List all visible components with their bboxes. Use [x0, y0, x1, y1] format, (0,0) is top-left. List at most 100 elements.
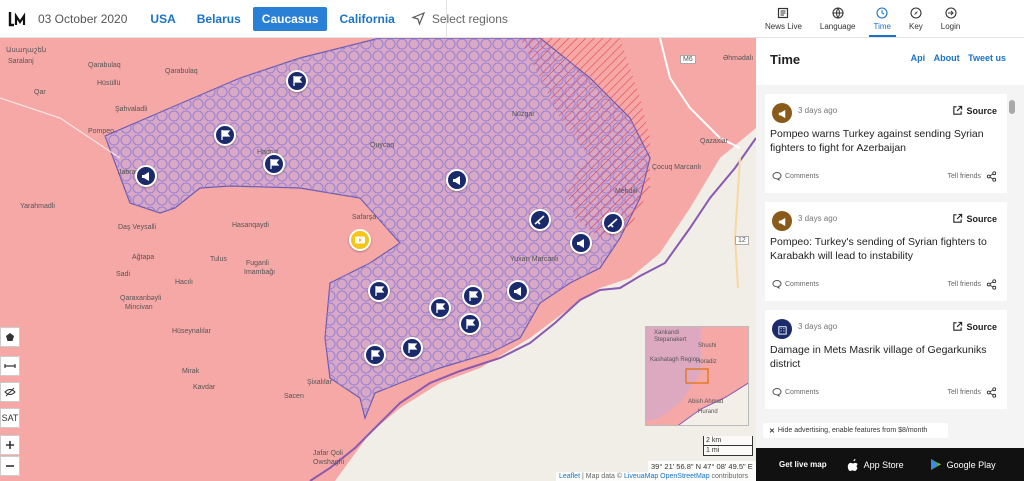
login-icon: [945, 6, 957, 19]
map-label: Hasanqaydi: [232, 222, 269, 229]
scale-km: 2 km: [703, 436, 753, 446]
megaphone-marker[interactable]: [570, 232, 592, 254]
weapon-marker[interactable]: [529, 209, 551, 231]
map-label: Safarşa: [352, 214, 377, 221]
flag-marker[interactable]: [368, 280, 390, 302]
comments-link[interactable]: Comments: [772, 171, 819, 181]
close-icon[interactable]: ✕: [769, 427, 775, 435]
region-usa[interactable]: USA: [141, 7, 184, 31]
nav-time[interactable]: Time: [865, 0, 900, 37]
minimap[interactable]: Xankandi Stepanakert Shushi Kashatagh Re…: [645, 326, 749, 426]
flag-marker[interactable]: [214, 124, 236, 146]
map-canvas[interactable]: [0, 38, 756, 481]
ruler-icon: [4, 364, 16, 368]
rifle-icon: [607, 218, 618, 228]
attribution-link[interactable]: LiveuaMap OpenStreetMap: [624, 473, 710, 480]
flag-marker[interactable]: [401, 337, 423, 359]
megaphone-marker[interactable]: [135, 165, 157, 187]
api-link[interactable]: Api: [911, 53, 926, 63]
flag-marker[interactable]: [429, 297, 451, 319]
flag-marker[interactable]: [263, 153, 285, 175]
tell-friends-link[interactable]: Tell friends: [948, 279, 997, 290]
megaphone-marker[interactable]: [507, 280, 529, 302]
road-12: [733, 157, 741, 289]
comments-link[interactable]: Comments: [772, 279, 819, 289]
tweet-us-link[interactable]: Tweet us: [968, 53, 1006, 63]
minimap-label: Xankandi: [654, 330, 680, 336]
card-headline[interactable]: Pompeo: Turkey's sending of Syrian fight…: [770, 235, 1000, 263]
weapon-marker[interactable]: [602, 212, 624, 234]
map-label: Qarabulaq: [88, 62, 121, 69]
map-label: Hüseynalılar: [172, 328, 211, 335]
minimap-label: Abish Ahmad: [688, 399, 724, 405]
video-icon: [355, 236, 365, 244]
map-label: Hacılı: [175, 279, 193, 286]
nav-key[interactable]: Key: [900, 0, 932, 37]
satellite-toggle[interactable]: SAT: [0, 408, 20, 428]
flag-icon: [375, 286, 385, 296]
news-card[interactable]: 3 days ago Source Pompeo warns Turkey ag…: [765, 94, 1007, 193]
tell-friends-link[interactable]: Tell friends: [948, 387, 997, 398]
panel-title: Time: [770, 52, 801, 67]
card-time: 3 days ago: [798, 106, 838, 115]
map[interactable]: Ասաղաշեն Saralanj Qarabulaq Qarabulaq Hü…: [0, 38, 756, 481]
about-link[interactable]: About: [934, 53, 960, 63]
map-label: Ağtapa: [132, 254, 155, 261]
nav-login[interactable]: Login: [932, 0, 970, 37]
nav-language[interactable]: Language: [811, 0, 865, 37]
flag-marker[interactable]: [459, 313, 481, 335]
map-label: Kavdar: [193, 384, 216, 391]
megaphone-icon: [577, 239, 584, 248]
hide-ads-banner[interactable]: ✕ Hide advertising, enable features from…: [763, 423, 948, 438]
comments-link[interactable]: Comments: [772, 387, 819, 397]
megaphone-marker[interactable]: [446, 169, 468, 191]
flag-icon: [270, 159, 280, 169]
video-marker[interactable]: [349, 229, 371, 251]
app-store-button[interactable]: App Store: [847, 458, 904, 472]
card-time: 3 days ago: [798, 322, 838, 331]
minimap-label: Hurand: [698, 409, 718, 415]
current-date[interactable]: 03 October 2020: [38, 12, 127, 26]
google-play-button[interactable]: Google Play: [930, 458, 996, 471]
play-store-icon: [930, 459, 941, 470]
panel-scrollbar[interactable]: [1009, 100, 1015, 114]
source-link[interactable]: Source: [952, 105, 997, 116]
news-card[interactable]: 3 days ago Source Pompeo: Turkey's sendi…: [765, 202, 1007, 301]
select-regions-button[interactable]: Select regions: [411, 11, 508, 26]
clock-icon: [876, 6, 888, 19]
nav-label: Key: [908, 21, 923, 31]
toggle-visibility-button[interactable]: [0, 382, 20, 402]
source-link[interactable]: Source: [952, 213, 997, 224]
map-attribution: Leaflet | Map data © LiveuaMap OpenStree…: [556, 472, 756, 481]
map-label: Şixalılar: [307, 379, 332, 386]
card-time: 3 days ago: [798, 214, 838, 223]
nav-label: News Live: [765, 21, 802, 31]
flag-icon: [371, 350, 381, 360]
leaflet-link[interactable]: Leaflet: [559, 473, 580, 480]
flag-icon: [221, 130, 231, 140]
source-link[interactable]: Source: [952, 321, 997, 332]
tell-friends-link[interactable]: Tell friends: [948, 171, 997, 182]
region-caucasus[interactable]: Caucasus: [252, 6, 328, 31]
map-label: Hüsüllü: [97, 80, 121, 87]
nav-news-live[interactable]: News Live: [756, 0, 811, 37]
draw-polygon-button[interactable]: [0, 327, 20, 347]
map-label: Mirak: [182, 368, 200, 375]
region-belarus[interactable]: Belarus: [188, 7, 250, 31]
news-card[interactable]: 3 days ago Source Damage in Mets Masrik …: [765, 310, 1007, 409]
comment-icon: [772, 279, 782, 289]
flag-marker[interactable]: [286, 70, 308, 92]
liveuamap-logo[interactable]: [0, 0, 34, 38]
card-headline[interactable]: Pompeo warns Turkey against sending Syri…: [770, 127, 1000, 155]
region-california[interactable]: California: [330, 7, 403, 31]
zoom-in-button[interactable]: [0, 435, 20, 455]
navigation-arrow-icon: [411, 11, 425, 26]
zoom-out-button[interactable]: [0, 456, 20, 476]
card-headline[interactable]: Damage in Mets Masrik village of Gegarku…: [770, 343, 1000, 371]
map-label: Sacen: [284, 393, 304, 400]
flag-marker[interactable]: [364, 344, 386, 366]
news-panel: Time Api About Tweet us 3 days ago Sourc…: [756, 38, 1024, 448]
measure-button[interactable]: [0, 356, 20, 376]
flag-marker[interactable]: [462, 285, 484, 307]
map-label: Şahvaladli: [115, 106, 148, 113]
